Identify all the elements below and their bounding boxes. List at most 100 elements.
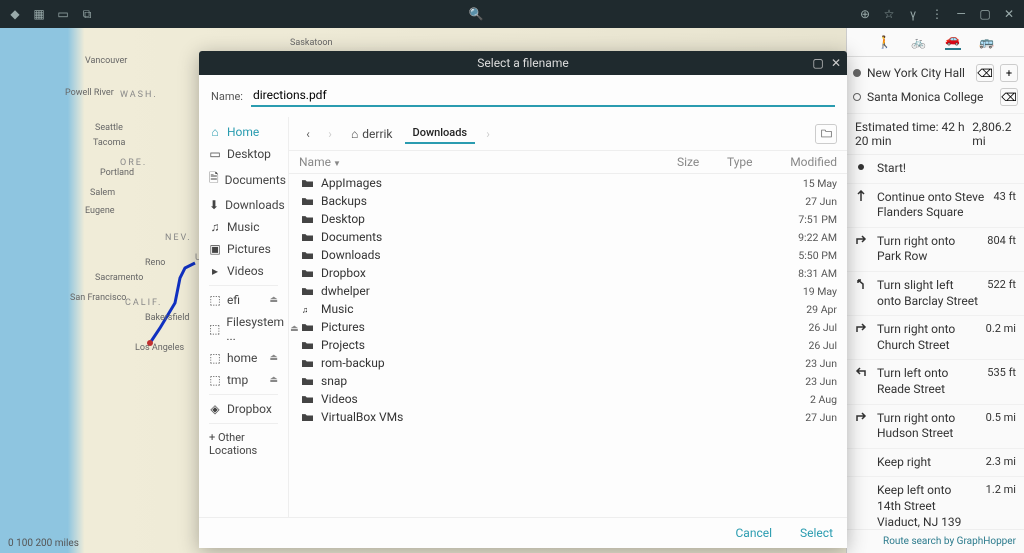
file-row[interactable]: rom-backup23 Jun [289, 354, 847, 372]
direction-step[interactable]: Turn right onto Park Row804 ft [847, 228, 1024, 272]
dialog-maximize-icon[interactable]: ▢ [811, 56, 825, 70]
col-type[interactable]: Type [727, 155, 777, 169]
bike-mode-icon[interactable]: 🚲 [911, 34, 927, 50]
globe-icon[interactable]: ⊕ [858, 7, 872, 21]
close-icon[interactable]: ✕ [1002, 7, 1016, 21]
file-row[interactable]: Backups27 Jun [289, 192, 847, 210]
mount-label: tmp [227, 373, 248, 387]
file-modified: 8:31 AM [777, 267, 837, 280]
file-row[interactable]: snap23 Jun [289, 372, 847, 390]
crumb-current[interactable]: Downloads [405, 123, 476, 144]
car-mode-icon[interactable]: 🚗 [945, 34, 961, 50]
file-row[interactable]: Downloads5:50 PM [289, 246, 847, 264]
mount-label: Filesystem ... [226, 315, 284, 343]
eject-icon[interactable]: ⏏ [269, 353, 278, 363]
more-icon[interactable]: ⋮ [930, 7, 944, 21]
transit-mode-icon[interactable]: 🚌 [979, 34, 995, 50]
place-item[interactable]: 🗎Documents [199, 165, 288, 194]
file-row[interactable]: Videos2 Aug [289, 390, 847, 408]
step-text: Turn left onto Reade Street [877, 366, 979, 397]
city-label: Powell River [65, 88, 114, 98]
step-text: Turn right onto Park Row [877, 234, 979, 265]
file-row[interactable]: Projects26 Jul [289, 336, 847, 354]
turn-icon [855, 278, 869, 293]
new-folder-button[interactable] [815, 124, 837, 144]
grid-icon[interactable]: ▦ [32, 7, 46, 21]
direction-step[interactable]: Keep right2.3 mi [847, 449, 1024, 478]
crumb-next-icon[interactable]: › [479, 125, 497, 143]
minimize-icon[interactable]: — [954, 7, 968, 21]
nav-fwd-icon[interactable]: › [321, 125, 339, 143]
col-size[interactable]: Size [677, 155, 727, 169]
col-name[interactable]: Name▼ [299, 155, 677, 169]
dialog-close-icon[interactable]: ✕ [829, 56, 843, 70]
eject-icon[interactable]: ⏏ [269, 375, 278, 385]
doc-icon: 🗎 [209, 169, 219, 190]
eject-icon[interactable]: ⏏ [269, 295, 278, 305]
mount-item[interactable]: ⬚tmp⏏ [199, 369, 288, 391]
star-icon[interactable]: ☆ [882, 7, 896, 21]
file-row[interactable]: Pictures26 Jul [289, 318, 847, 336]
file-list[interactable]: AppImages15 MayBackups27 JunDesktop7:51 … [289, 174, 847, 517]
city-label: Sacramento [95, 273, 143, 283]
disk-icon: ⬚ [209, 351, 221, 365]
direction-step[interactable]: Turn slight left onto Barclay Street522 … [847, 272, 1024, 316]
waypoint-remove-button[interactable]: ⌫ [976, 64, 994, 82]
file-row[interactable]: Desktop7:51 PM [289, 210, 847, 228]
place-item[interactable]: ⌂Home [199, 121, 288, 143]
step-text: Turn slight left onto Barclay Street [877, 278, 979, 309]
direction-step[interactable]: Continue onto Steve Flanders Square43 ft [847, 184, 1024, 228]
cloud-item[interactable]: ◈Dropbox [199, 398, 288, 420]
waypoint-remove-button[interactable]: ⌫ [1000, 88, 1018, 106]
mount-item[interactable]: ⬚efi⏏ [199, 289, 288, 311]
place-item[interactable]: ⬇Downloads [199, 194, 288, 216]
other-locations[interactable]: + Other Locations [199, 427, 288, 461]
crumb-home[interactable]: ⌂derrik [343, 124, 401, 144]
direction-step[interactable]: Start! [847, 155, 1024, 184]
folder-icon: ♫ [299, 304, 315, 315]
select-button[interactable]: Select [800, 526, 833, 540]
travel-mode-tabs: 🚶 🚲 🚗 🚌 [847, 28, 1024, 57]
folder-icon [299, 358, 315, 369]
maximize-icon[interactable]: ▢ [978, 7, 992, 21]
cancel-button[interactable]: Cancel [735, 526, 772, 540]
direction-step[interactable]: Turn left onto Reade Street535 ft [847, 360, 1024, 404]
file-name: AppImages [321, 176, 777, 190]
app-menu-icon[interactable]: ◆ [8, 7, 22, 21]
place-item[interactable]: ▭Desktop [199, 143, 288, 165]
route-provider[interactable]: Route search by GraphHopper [847, 529, 1024, 553]
col-modified[interactable]: Modified [777, 155, 837, 169]
search-icon[interactable]: 🔍 [469, 7, 484, 21]
waypoint-add-button[interactable]: + [1000, 64, 1018, 82]
file-row[interactable]: VirtualBox VMs27 Jun [289, 408, 847, 426]
place-label: Pictures [227, 242, 271, 256]
pic-icon: ▣ [209, 242, 221, 256]
folder-icon [299, 286, 315, 297]
folder-icon [299, 214, 315, 225]
filename-input[interactable] [251, 85, 835, 107]
place-item[interactable]: ▣ Pictures [199, 238, 288, 260]
step-distance: 43 ft [993, 190, 1016, 203]
mount-item[interactable]: ⬚Filesystem ...⏏ [199, 311, 288, 347]
file-row[interactable]: ♫Music29 Apr [289, 300, 847, 318]
file-row[interactable]: dwhelper19 May [289, 282, 847, 300]
mount-item[interactable]: ⬚home⏏ [199, 347, 288, 369]
direction-step[interactable]: Turn right onto Hudson Street0.5 mi [847, 405, 1024, 449]
file-row[interactable]: Documents9:22 AM [289, 228, 847, 246]
direction-step[interactable]: Keep left onto 14th Street Viaduct, NJ 1… [847, 477, 1024, 529]
nav-back-icon[interactable]: ‹ [299, 125, 317, 143]
folder-icon [299, 232, 315, 243]
file-row[interactable]: AppImages15 May [289, 174, 847, 192]
place-item[interactable]: ♫Music [199, 216, 288, 238]
walk-mode-icon[interactable]: 🚶 [877, 34, 893, 50]
directions-steps[interactable]: Start!Continue onto Steve Flanders Squar… [847, 155, 1024, 529]
window-icon[interactable]: ▭ [56, 7, 70, 21]
place-item[interactable]: ▸Videos [199, 260, 288, 282]
svg-text:♫: ♫ [302, 305, 308, 315]
copy-icon[interactable]: ⧉ [80, 7, 94, 21]
waypoint-label: Santa Monica College [867, 90, 994, 104]
file-row[interactable]: Dropbox8:31 AM [289, 264, 847, 282]
filter-icon[interactable]: γ [906, 7, 920, 21]
state-label: NEV. [165, 233, 192, 243]
direction-step[interactable]: Turn right onto Church Street0.2 mi [847, 316, 1024, 360]
